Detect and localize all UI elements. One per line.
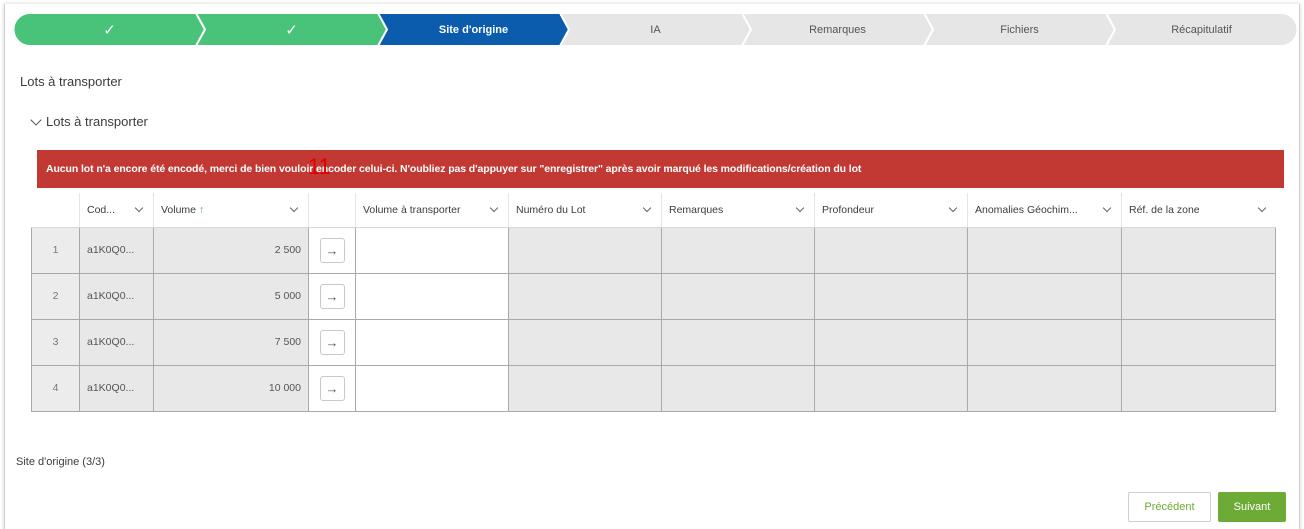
action-cell: → xyxy=(308,364,356,412)
lot-number-cell xyxy=(508,318,662,366)
remarks-cell xyxy=(661,318,815,366)
code-cell: a1K0Q0... xyxy=(79,318,154,366)
step-6[interactable]: Fichiers xyxy=(924,13,1115,46)
depth-cell xyxy=(814,318,968,366)
step-4[interactable]: IA xyxy=(560,13,751,46)
step-1[interactable]: ✓ xyxy=(14,13,205,46)
next-button[interactable]: Suivant xyxy=(1218,492,1286,522)
action-cell: → xyxy=(308,272,356,320)
lot-number-cell xyxy=(508,226,662,274)
zone-ref-cell xyxy=(1121,226,1276,274)
column-header-action xyxy=(308,193,356,228)
chevron-down-icon[interactable] xyxy=(1102,204,1112,213)
volume-to-transport-cell[interactable] xyxy=(355,364,509,412)
step-2[interactable]: ✓ xyxy=(196,13,387,46)
chevron-down-icon[interactable] xyxy=(948,204,958,213)
action-cell: → xyxy=(308,318,356,366)
remarks-cell xyxy=(661,364,815,412)
step-indicator: Site d'origine (3/3) xyxy=(16,456,105,468)
row-number: 1 xyxy=(31,226,80,274)
volume-to-transport-cell[interactable] xyxy=(355,272,509,320)
depth-cell xyxy=(814,364,968,412)
section-toggle[interactable]: Lots à transporter xyxy=(30,113,148,129)
table-header-row: Cod... Volume ↑ Volume à transporter Numé… xyxy=(31,193,1276,228)
volume-cell: 5 000 xyxy=(153,272,309,320)
table-row: 3 a1K0Q0... 7 500 → xyxy=(31,318,1276,366)
lots-table: Cod... Volume ↑ Volume à transporter Numé… xyxy=(31,193,1276,412)
action-cell: → xyxy=(308,226,356,274)
step-7[interactable]: Récapitulatif xyxy=(1106,13,1297,46)
geochem-cell xyxy=(967,226,1122,274)
volume-to-transport-cell[interactable] xyxy=(355,318,509,366)
volume-cell: 7 500 xyxy=(153,318,309,366)
previous-button[interactable]: Précédent xyxy=(1128,492,1211,522)
page-title: Lots à transporter xyxy=(20,74,122,89)
column-header-rownum xyxy=(31,193,80,228)
chevron-down-icon[interactable] xyxy=(134,204,144,213)
chevron-down-icon[interactable] xyxy=(795,204,805,213)
volume-cell: 10 000 xyxy=(153,364,309,412)
error-alert: Aucun lot n'a encore été encodé, merci d… xyxy=(37,150,1284,188)
check-icon: ✓ xyxy=(103,21,116,39)
lot-number-cell xyxy=(508,364,662,412)
table-row: 2 a1K0Q0... 5 000 → xyxy=(31,272,1276,320)
zone-ref-cell xyxy=(1121,364,1276,412)
sort-ascending-icon: ↑ xyxy=(199,203,205,216)
remarks-cell xyxy=(661,272,815,320)
column-header-lot-number[interactable]: Numéro du Lot xyxy=(508,193,662,228)
geochem-cell xyxy=(967,318,1122,366)
arrow-right-icon[interactable]: → xyxy=(319,237,345,263)
table-row: 4 a1K0Q0... 10 000 → xyxy=(31,364,1276,412)
code-cell: a1K0Q0... xyxy=(79,226,154,274)
chevron-down-icon[interactable] xyxy=(489,204,499,213)
column-header-volume[interactable]: Volume ↑ xyxy=(153,193,309,228)
chevron-down-icon[interactable] xyxy=(1257,204,1266,213)
zone-ref-cell xyxy=(1121,272,1276,320)
geochem-cell xyxy=(967,364,1122,412)
table-row: 1 a1K0Q0... 2 500 → xyxy=(31,226,1276,274)
step-5[interactable]: Remarques xyxy=(742,13,933,46)
step-label: Remarques xyxy=(809,23,866,36)
column-header-volume-to-transport[interactable]: Volume à transporter xyxy=(355,193,509,228)
check-icon: ✓ xyxy=(285,21,298,39)
depth-cell xyxy=(814,226,968,274)
step-label: Récapitulatif xyxy=(1171,23,1232,36)
code-cell: a1K0Q0... xyxy=(79,272,154,320)
row-number: 3 xyxy=(31,318,80,366)
step-3[interactable]: Site d'origine xyxy=(378,13,569,46)
step-label: IA xyxy=(650,23,661,36)
section-toggle-label: Lots à transporter xyxy=(46,114,148,129)
depth-cell xyxy=(814,272,968,320)
column-header-geochem-anomalies[interactable]: Anomalies Géochim... xyxy=(967,193,1122,228)
progress-stepper: ✓ ✓ Site d'origine IA Remarques Fichiers Récap… xyxy=(14,13,1297,46)
column-header-depth[interactable]: Profondeur xyxy=(814,193,968,228)
arrow-right-icon[interactable]: → xyxy=(319,375,345,401)
chevron-down-icon[interactable] xyxy=(642,204,652,213)
row-number: 2 xyxy=(31,272,80,320)
chevron-down-icon[interactable] xyxy=(289,204,299,213)
column-header-remarks[interactable]: Remarques xyxy=(661,193,815,228)
code-cell: a1K0Q0... xyxy=(79,364,154,412)
geochem-cell xyxy=(967,272,1122,320)
column-header-code[interactable]: Cod... xyxy=(79,193,154,228)
step-label: Site d'origine xyxy=(438,23,509,36)
alert-text: Aucun lot n'a encore été encodé, merci d… xyxy=(46,163,862,175)
arrow-right-icon[interactable]: → xyxy=(319,329,345,355)
zone-ref-cell xyxy=(1121,318,1276,366)
lot-number-cell xyxy=(508,272,662,320)
chevron-down-icon xyxy=(30,113,42,126)
annotation-marker-11: 11 xyxy=(308,154,331,179)
volume-cell: 2 500 xyxy=(153,226,309,274)
step-label: Fichiers xyxy=(1000,23,1039,36)
volume-to-transport-cell[interactable] xyxy=(355,226,509,274)
row-number: 4 xyxy=(31,364,80,412)
remarks-cell xyxy=(661,226,815,274)
column-header-zone-ref[interactable]: Réf. de la zone xyxy=(1121,193,1276,228)
arrow-right-icon[interactable]: → xyxy=(319,283,345,309)
